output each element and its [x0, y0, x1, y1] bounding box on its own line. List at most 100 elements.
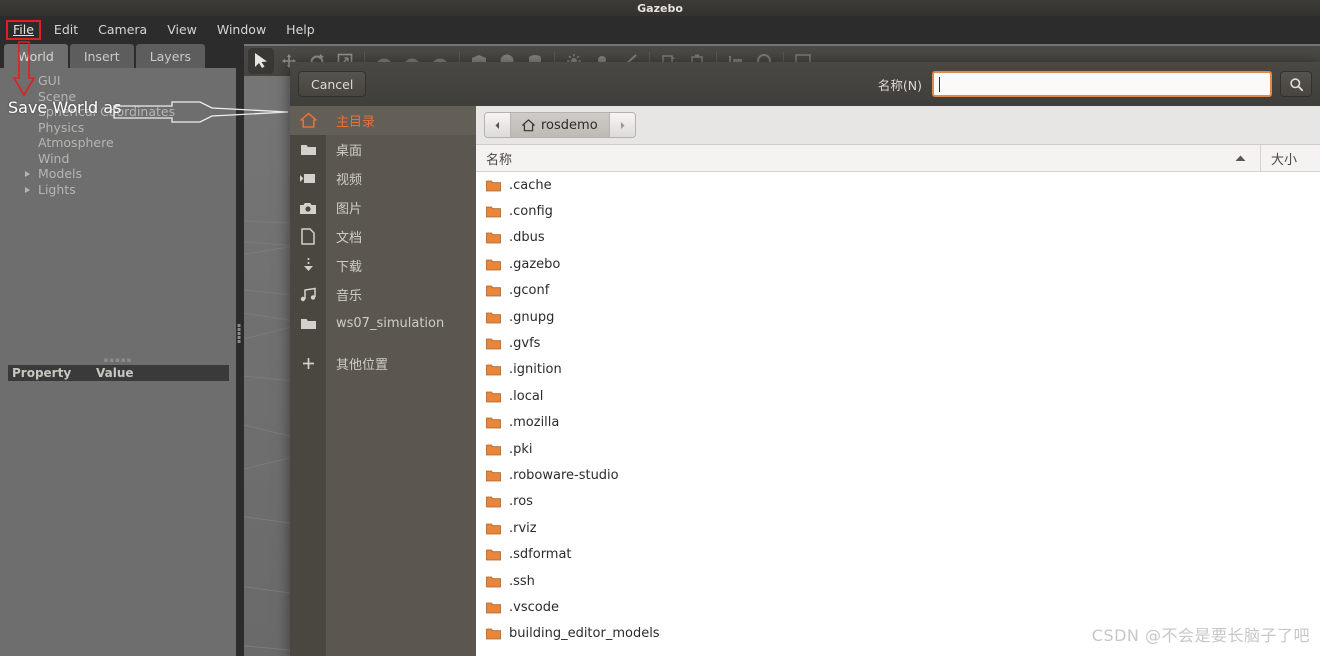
- tree-item-label: Atmosphere: [38, 135, 114, 150]
- tree-item-models[interactable]: Models: [4, 166, 232, 182]
- video-camera-icon: [290, 164, 326, 193]
- column-header-size[interactable]: 大小: [1260, 144, 1320, 172]
- folder-icon: [486, 523, 501, 535]
- dialog-header: Cancel 名称(N): [290, 62, 1320, 106]
- cancel-button-label: Cancel: [311, 76, 354, 92]
- filename-input[interactable]: [932, 71, 1272, 97]
- home-icon: [290, 106, 326, 135]
- folder-icon: [486, 338, 501, 350]
- place-documents[interactable]: 文档: [290, 222, 476, 251]
- filename-field-label: 名称(N): [877, 77, 922, 93]
- place-videos[interactable]: 视频: [290, 164, 476, 193]
- file-row[interactable]: .cache: [476, 172, 1320, 198]
- place-desktop[interactable]: 桌面: [290, 135, 476, 164]
- file-row[interactable]: building_editor_models: [476, 621, 1320, 647]
- search-icon: [1289, 77, 1303, 91]
- tab-insert[interactable]: Insert: [69, 44, 134, 68]
- file-row[interactable]: .local: [476, 383, 1320, 409]
- breadcrumb-prev-button[interactable]: [485, 113, 510, 137]
- photo-camera-icon: [290, 193, 326, 222]
- menu-edit[interactable]: Edit: [47, 21, 85, 40]
- tab-layers[interactable]: Layers: [135, 44, 206, 68]
- place-downloads[interactable]: 下载: [290, 251, 476, 280]
- file-row[interactable]: .sdformat: [476, 541, 1320, 567]
- file-row[interactable]: .gnupg: [476, 304, 1320, 330]
- tree-item-atmosphere[interactable]: Atmosphere: [4, 135, 232, 151]
- select-arrow-tool[interactable]: [248, 48, 274, 74]
- tree-item-gui[interactable]: GUI: [4, 73, 232, 89]
- value-column-header: Value: [96, 366, 134, 380]
- home-icon: [522, 118, 535, 131]
- file-row[interactable]: .gconf: [476, 278, 1320, 304]
- tree-item-label: Wind: [38, 150, 70, 166]
- menu-camera[interactable]: Camera: [91, 21, 154, 40]
- menu-help[interactable]: Help: [279, 21, 322, 40]
- tree-item-wind[interactable]: Wind: [4, 151, 232, 167]
- file-row[interactable]: .rviz: [476, 515, 1320, 541]
- folder-icon: [486, 470, 501, 482]
- breadcrumb-next-button[interactable]: [609, 113, 635, 137]
- file-row[interactable]: .gazebo: [476, 251, 1320, 277]
- folder-icon: [486, 259, 501, 271]
- folder-icon: [486, 180, 501, 192]
- menu-view[interactable]: View: [160, 21, 204, 40]
- column-header-name[interactable]: 名称: [476, 149, 1220, 168]
- file-row[interactable]: .gvfs: [476, 330, 1320, 356]
- tab-layers-label: Layers: [149, 48, 192, 64]
- folder-icon: [486, 417, 501, 429]
- place-pictures[interactable]: 图片: [290, 193, 476, 222]
- file-row[interactable]: .mozilla: [476, 410, 1320, 436]
- panel-resize-grip-icon[interactable]: ▪▪▪▪▪: [104, 356, 133, 364]
- place-ws07-simulation[interactable]: ws07_simulation: [290, 309, 476, 338]
- tree-item-label: GUI: [38, 73, 61, 88]
- sort-ascending-icon[interactable]: [1220, 155, 1260, 162]
- file-list[interactable]: .cache .config .dbus .gazebo .gconf .gnu…: [476, 172, 1320, 655]
- menubar: File Edit Camera View Window Help: [0, 16, 1320, 44]
- file-name: .gazebo: [509, 256, 561, 272]
- file-list-header: 名称 大小: [476, 144, 1320, 172]
- menu-file-label: File: [13, 21, 34, 37]
- chevron-right-icon: [620, 121, 625, 129]
- breadcrumb-item-rosdemo[interactable]: rosdemo: [510, 113, 610, 137]
- tree-item-lights[interactable]: Lights: [4, 182, 232, 198]
- cancel-button[interactable]: Cancel: [298, 71, 367, 97]
- folder-icon: [290, 309, 326, 338]
- file-name: .ros: [509, 494, 533, 510]
- place-music[interactable]: 音乐: [290, 280, 476, 309]
- file-row[interactable]: .vscode: [476, 594, 1320, 620]
- viewport-splitter[interactable]: ▪ ▪ ▪ ▪ ▪: [236, 44, 244, 656]
- download-icon: [290, 251, 326, 280]
- tree-item-label: Models: [38, 166, 83, 181]
- place-home[interactable]: 主目录: [290, 106, 476, 135]
- file-row[interactable]: .pki: [476, 436, 1320, 462]
- tab-world[interactable]: World: [4, 44, 68, 68]
- menu-file[interactable]: File: [6, 19, 41, 41]
- menu-help-label: Help: [286, 21, 315, 37]
- window-title: Gazebo: [637, 1, 683, 15]
- file-row[interactable]: .config: [476, 198, 1320, 224]
- file-name: .pki: [509, 441, 533, 457]
- panel-tabs: World Insert Layers: [0, 44, 236, 68]
- tree-item-physics[interactable]: Physics: [4, 120, 232, 136]
- menu-window[interactable]: Window: [210, 21, 273, 40]
- file-name: .roboware-studio: [509, 467, 619, 483]
- file-row[interactable]: .ros: [476, 489, 1320, 515]
- file-name: .config: [509, 204, 553, 220]
- file-row[interactable]: .ignition: [476, 357, 1320, 383]
- splitter-grip-icon: ▪ ▪ ▪ ▪ ▪: [237, 322, 242, 345]
- folder-icon: [486, 549, 501, 561]
- window-titlebar: Gazebo: [0, 0, 1320, 16]
- menu-window-label: Window: [216, 21, 267, 37]
- search-button[interactable]: [1280, 71, 1312, 97]
- file-name: .ignition: [509, 362, 562, 378]
- tab-insert-label: Insert: [83, 48, 120, 64]
- file-name: .cache: [509, 177, 552, 193]
- chevron-left-icon: [495, 121, 499, 129]
- save-file-dialog: Cancel 名称(N) 主目录 桌面 视频 图片 文档 下载 音乐 ws07_…: [290, 62, 1320, 656]
- tree-item-label: Lights: [38, 181, 76, 197]
- file-name: .vscode: [509, 599, 559, 615]
- file-row[interactable]: .roboware-studio: [476, 462, 1320, 488]
- place-other-locations[interactable]: 其他位置: [290, 349, 476, 378]
- file-row[interactable]: .ssh: [476, 568, 1320, 594]
- file-row[interactable]: .dbus: [476, 225, 1320, 251]
